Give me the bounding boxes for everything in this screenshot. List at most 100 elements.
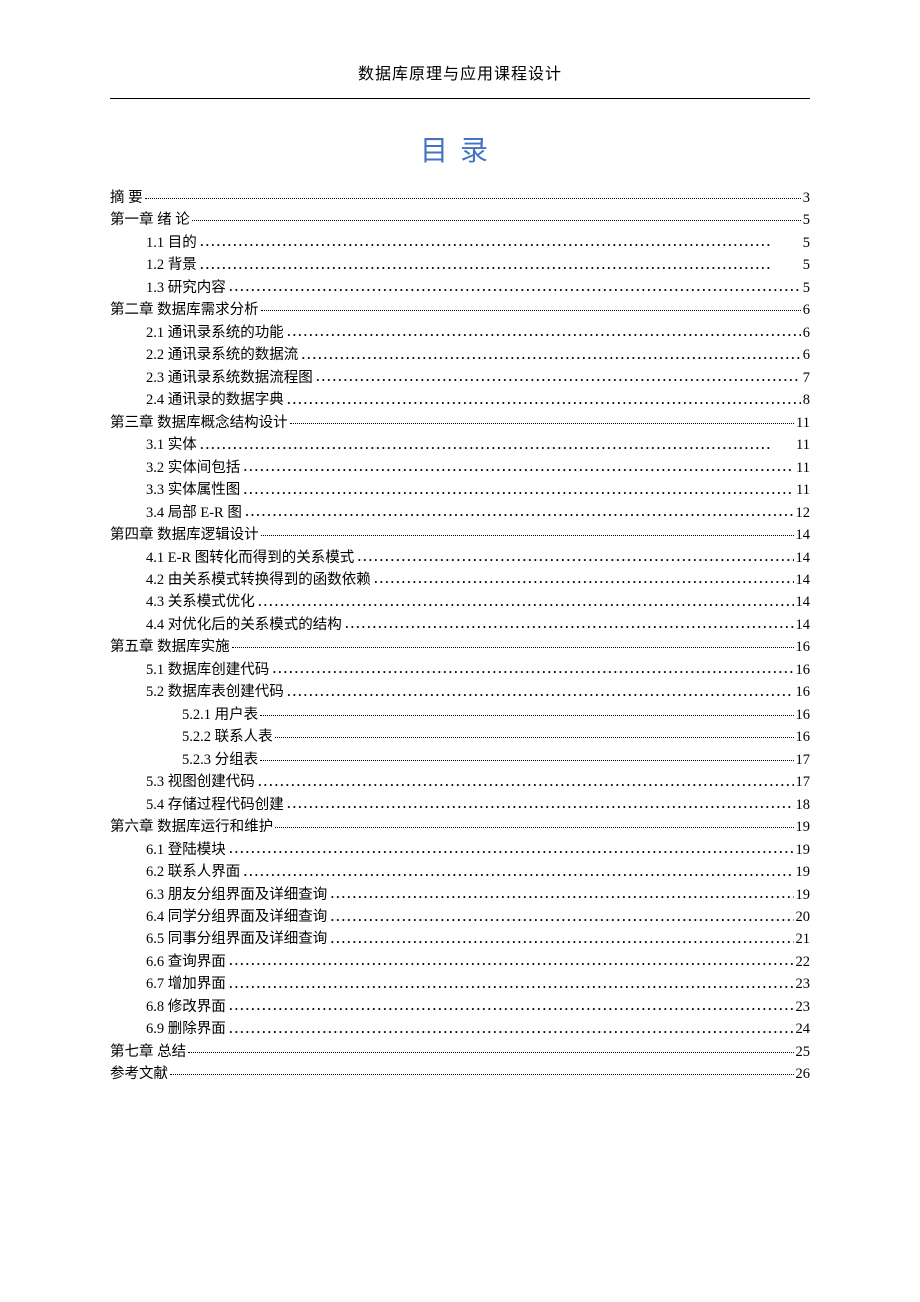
toc-leader: [232, 634, 794, 648]
toc-leader: [286, 322, 801, 337]
toc-leader: [344, 614, 794, 629]
toc-entry: 3.3 实体属性图 11: [110, 479, 810, 501]
toc-entry: 2.3 通讯录系统数据流程图7: [110, 367, 810, 389]
toc-leader: [228, 277, 801, 292]
toc-leader: [228, 951, 794, 966]
toc-entry: 5.1 数据库创建代码16: [110, 659, 810, 681]
toc-entry-page: 14: [796, 591, 811, 613]
toc-entry-label: 第六章 数据库运行和维护: [110, 816, 273, 838]
table-of-contents: 摘 要3第一章 绪 论51.1 目的51.2 背景51.3 研究内容5第二章 数…: [110, 187, 810, 1086]
toc-entry: 5.2.1 用户表 16: [110, 704, 810, 726]
toc-entry-label: 6.1 登陆模块: [146, 839, 226, 861]
toc-entry-label: 第一章 绪 论: [110, 209, 190, 231]
toc-entry-page: 5: [803, 232, 810, 254]
toc-entry: 6.8 修改界面 23: [110, 996, 810, 1018]
toc-leader: [188, 1039, 793, 1053]
toc-entry-label: 6.5 同事分组界面及详细查询: [146, 928, 327, 950]
toc-leader: [315, 367, 801, 382]
toc-entry-label: 参考文献: [110, 1063, 168, 1085]
toc-entry: 2.4 通讯录的数据字典8: [110, 389, 810, 411]
toc-entry-label: 5.4 存储过程代码创建: [146, 794, 284, 816]
toc-entry-page: 19: [796, 884, 811, 906]
toc-leader: [228, 839, 794, 854]
toc-entry-page: 23: [796, 973, 811, 995]
toc-entry-page: 14: [796, 614, 811, 636]
toc-entry: 6.3 朋友分组界面及详细查询19: [110, 884, 810, 906]
toc-entry-page: 19: [796, 816, 811, 838]
toc-leader: [242, 457, 794, 472]
toc-entry: 第一章 绪 论 5: [110, 209, 810, 231]
toc-leader: [329, 884, 793, 899]
toc-entry-page: 14: [796, 547, 811, 569]
toc-entry-page: 3: [803, 187, 810, 209]
toc-entry: 4.4 对优化后的关系模式的结构 14: [110, 614, 810, 636]
toc-entry: 4.3 关系模式优化14: [110, 591, 810, 613]
toc-entry-label: 第四章 数据库逻辑设计: [110, 524, 259, 546]
toc-entry-page: 23: [796, 996, 811, 1018]
toc-leader: [199, 232, 801, 247]
toc-entry-page: 16: [796, 636, 811, 658]
toc-entry-label: 第七章 总结: [110, 1041, 186, 1063]
toc-entry: 第四章 数据库逻辑设计 14: [110, 524, 810, 546]
toc-entry-label: 5.1 数据库创建代码: [146, 659, 269, 681]
toc-entry-label: 6.8 修改界面: [146, 996, 226, 1018]
toc-leader: [228, 974, 794, 989]
toc-leader: [275, 724, 794, 738]
toc-entry-label: 6.7 增加界面: [146, 973, 226, 995]
toc-leader: [373, 569, 794, 584]
toc-leader: [261, 297, 801, 311]
toc-entry: 1.3 研究内容 5: [110, 277, 810, 299]
toc-leader: [260, 702, 793, 716]
toc-entry-label: 6.6 查询界面: [146, 951, 226, 973]
toc-entry: 4.2 由关系模式转换得到的函数依赖14: [110, 569, 810, 591]
toc-entry-page: 18: [796, 794, 811, 816]
toc-entry-page: 16: [796, 704, 811, 726]
toc-entry-label: 1.3 研究内容: [146, 277, 226, 299]
toc-leader: [329, 929, 793, 944]
toc-entry-page: 16: [796, 726, 811, 748]
toc-entry-label: 4.4 对优化后的关系模式的结构: [146, 614, 342, 636]
toc-leader: [275, 814, 793, 828]
toc-leader: [286, 390, 801, 405]
toc-entry-page: 17: [796, 749, 811, 771]
toc-entry-page: 5: [803, 209, 810, 231]
toc-entry: 3.2 实体间包括11: [110, 457, 810, 479]
toc-entry-page: 5: [803, 277, 810, 299]
toc-entry: 2.1 通讯录系统的功能6: [110, 322, 810, 344]
toc-leader: [261, 522, 794, 536]
toc-entry: 第二章 数据库需求分析6: [110, 299, 810, 321]
toc-entry: 第三章 数据库概念结构设计11: [110, 412, 810, 434]
toc-entry: 5.4 存储过程代码创建 18: [110, 794, 810, 816]
toc-entry: 3.1 实体11: [110, 434, 810, 456]
toc-entry: 6.7 增加界面 23: [110, 973, 810, 995]
toc-entry: 2.2 通讯录系统的数据流6: [110, 344, 810, 366]
toc-entry: 5.2.3 分组表17: [110, 749, 810, 771]
toc-entry-page: 8: [803, 389, 810, 411]
toc-entry: 5.2.2 联系人表16: [110, 726, 810, 748]
toc-entry-page: 16: [796, 681, 811, 703]
toc-entry: 6.2 联系人界面19: [110, 861, 810, 883]
page-header: 数据库原理与应用课程设计: [110, 60, 810, 99]
toc-leader: [356, 547, 793, 562]
toc-entry: 第五章 数据库实施 16: [110, 636, 810, 658]
toc-entry-page: 11: [796, 479, 810, 501]
toc-leader: [228, 1019, 794, 1034]
toc-entry-page: 21: [796, 928, 811, 950]
toc-leader: [242, 480, 794, 495]
toc-entry-page: 6: [803, 322, 810, 344]
toc-leader: [257, 772, 794, 787]
toc-entry-page: 11: [796, 434, 810, 456]
toc-entry-page: 20: [796, 906, 811, 928]
toc-entry-page: 5: [803, 254, 810, 276]
toc-leader: [170, 1061, 794, 1075]
toc-entry: 5.3 视图创建代码17: [110, 771, 810, 793]
toc-entry-label: 2.2 通讯录系统的数据流: [146, 344, 298, 366]
toc-entry: 6.5 同事分组界面及详细查询 21: [110, 928, 810, 950]
toc-entry-label: 3.3 实体属性图: [146, 479, 240, 501]
toc-entry-page: 14: [796, 524, 811, 546]
toc-entry-label: 5.2.1 用户表: [182, 704, 258, 726]
toc-leader: [286, 794, 794, 809]
toc-leader: [300, 345, 801, 360]
toc-entry-label: 2.3 通讯录系统数据流程图: [146, 367, 313, 389]
toc-entry-label: 第五章 数据库实施: [110, 636, 230, 658]
